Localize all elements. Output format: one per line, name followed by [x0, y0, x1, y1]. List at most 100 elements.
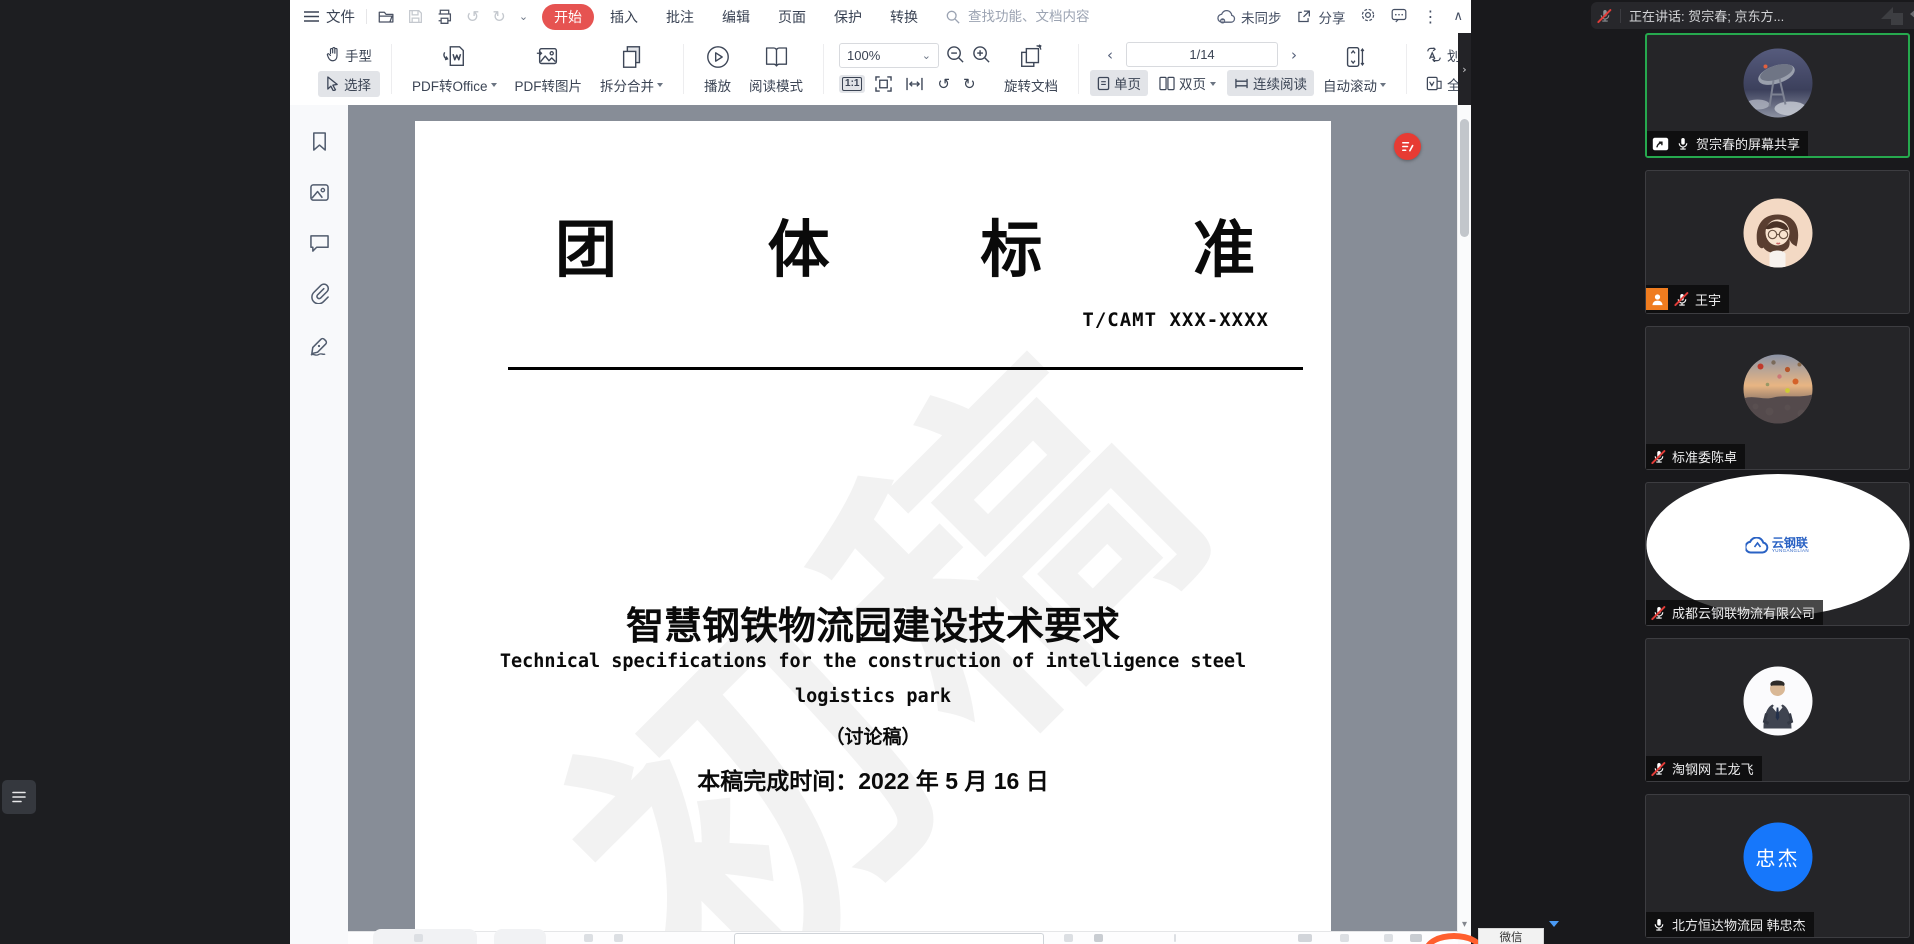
- fit-width-button[interactable]: [902, 75, 927, 93]
- save-icon: [408, 9, 423, 24]
- participant-nameplate: 王宇: [1646, 285, 1729, 313]
- undo-button[interactable]: ↺: [466, 9, 479, 25]
- zoom-in-button[interactable]: [972, 45, 991, 67]
- bottom-icon[interactable]: [584, 934, 593, 942]
- document-scrollbar[interactable]: ▾: [1457, 105, 1471, 944]
- book-icon: [763, 44, 790, 70]
- document-viewport[interactable]: 初稿 团 体 标 准 T/CAMT XXX-XXXX 智慧钢铁物流园建设技术要求…: [348, 105, 1458, 944]
- feedback-button[interactable]: [1391, 8, 1407, 26]
- bottom-icon[interactable]: [1410, 934, 1422, 942]
- participant-tile[interactable]: 淘钢网 王龙飞: [1645, 638, 1910, 782]
- actual-size-button[interactable]: 1:1: [839, 75, 865, 93]
- rotate-left-button[interactable]: ↺: [934, 73, 953, 95]
- participant-tile[interactable]: 忠杰 北方恒达物流园 韩忠杰: [1645, 794, 1910, 938]
- previous-page-button[interactable]: ‹: [1101, 46, 1119, 64]
- tab-protect[interactable]: 保护: [822, 4, 874, 30]
- single-page-button[interactable]: 单页: [1090, 70, 1148, 96]
- more-menu-button[interactable]: ⋮: [1422, 9, 1438, 25]
- pdf-to-image-button[interactable]: PDF转图片: [506, 44, 592, 95]
- bottom-tab[interactable]: [494, 929, 546, 944]
- floating-red-badge-button[interactable]: [1394, 133, 1421, 160]
- hand-tool-button[interactable]: 手型: [318, 42, 380, 68]
- screen-share-icon: [1652, 137, 1669, 151]
- mic-on-icon: [1651, 917, 1666, 933]
- print-button[interactable]: [436, 9, 453, 25]
- mic-on-icon: [1675, 136, 1690, 152]
- mic-muted-icon: [1674, 291, 1689, 307]
- participant-tile[interactable]: 标准委陈卓: [1645, 326, 1910, 470]
- window-arrows: [1879, 2, 1914, 29]
- bottom-icon[interactable]: [1340, 934, 1349, 942]
- zoom-out-button[interactable]: [946, 45, 965, 67]
- share-button[interactable]: [1296, 9, 1311, 24]
- participant-tile[interactable]: 贺宗春的屏幕共享: [1645, 33, 1910, 158]
- tab-page[interactable]: 页面: [766, 4, 818, 30]
- single-page-icon: [1097, 76, 1110, 91]
- play-button[interactable]: 播放: [695, 44, 740, 95]
- tab-insert[interactable]: 插入: [598, 4, 650, 30]
- split-merge-label: 拆分合并: [600, 75, 654, 95]
- sync-status-button[interactable]: 未同步: [1217, 7, 1282, 27]
- document-title-en-line2: logistics park: [415, 686, 1331, 707]
- tab-edit[interactable]: 编辑: [710, 4, 762, 30]
- screen: 文件 ↺: [0, 0, 1914, 944]
- bottom-input[interactable]: [734, 933, 1044, 944]
- outline-list-icon: [10, 788, 28, 806]
- participant-name: 淘钢网 王龙飞: [1672, 759, 1754, 778]
- tab-convert[interactable]: 转换: [878, 4, 930, 30]
- comments-panel-button[interactable]: [309, 233, 330, 257]
- tab-home[interactable]: 开始: [542, 4, 594, 30]
- bottom-tab[interactable]: [373, 929, 477, 944]
- meeting-panel: 正在讲话: 贺宗春; 京东方...: [1471, 0, 1914, 944]
- bottom-icon[interactable]: [614, 934, 623, 942]
- participant-name: 王宇: [1695, 290, 1721, 309]
- share-label[interactable]: 分享: [1318, 7, 1345, 27]
- collapse-toolbar-button[interactable]: ∧: [1453, 9, 1463, 24]
- toolbar-expand-button[interactable]: ›: [1458, 33, 1471, 105]
- header-rule: [508, 367, 1303, 370]
- woman-illustration-avatar: [1743, 199, 1812, 268]
- outline-toggle-button[interactable]: [2, 780, 36, 814]
- bookmarks-panel-button[interactable]: [310, 131, 329, 157]
- auto-scroll-button[interactable]: 自动滚动: [1314, 44, 1395, 95]
- redo-button[interactable]: ↻: [492, 9, 505, 25]
- settings-button[interactable]: [1360, 7, 1376, 26]
- rotate-right-button[interactable]: ↻: [960, 73, 979, 95]
- reading-mode-button[interactable]: 阅读模式: [740, 44, 812, 95]
- fit-page-button[interactable]: [872, 74, 895, 94]
- search-input[interactable]: [966, 8, 1120, 25]
- bottom-icon[interactable]: [1094, 934, 1103, 942]
- continuous-reading-button[interactable]: 连续阅读: [1227, 70, 1314, 96]
- taskbar-caret-icon[interactable]: [1549, 921, 1559, 932]
- select-tool-button[interactable]: 选择: [318, 71, 380, 97]
- pdf-to-office-button[interactable]: PDF转Office: [403, 44, 506, 95]
- quickbar-dropdown-icon[interactable]: ⌄: [519, 11, 528, 22]
- scroll-down-arrow[interactable]: ▾: [1458, 919, 1471, 930]
- split-merge-button[interactable]: 拆分合并: [591, 44, 672, 95]
- open-file-button[interactable]: [378, 9, 395, 24]
- scrollbar-thumb[interactable]: [1460, 119, 1469, 237]
- rotate-document-button[interactable]: 旋转文档: [995, 44, 1067, 95]
- bottom-icon[interactable]: [414, 934, 423, 942]
- bottom-icon[interactable]: [1064, 934, 1073, 942]
- tab-annotate[interactable]: 批注: [654, 4, 706, 30]
- two-page-button[interactable]: 双页: [1152, 70, 1223, 96]
- avatar: [1743, 49, 1812, 118]
- speaking-status-bar[interactable]: 正在讲话: 贺宗春; 京东方...: [1591, 2, 1914, 29]
- bottom-icon[interactable]: [1298, 934, 1312, 942]
- pdf-to-office-icon: [441, 44, 467, 70]
- signature-panel-button[interactable]: [308, 335, 330, 361]
- participant-tile[interactable]: 王宇: [1645, 170, 1910, 314]
- zoom-level-select[interactable]: 100% ⌄: [839, 43, 939, 68]
- next-page-button[interactable]: ›: [1285, 46, 1303, 64]
- menu-bar: 文件 ↺: [290, 0, 1471, 33]
- search-box[interactable]: [946, 8, 1120, 25]
- file-menu-button[interactable]: 文件: [304, 6, 355, 27]
- bottom-icon[interactable]: [1384, 934, 1393, 942]
- images-panel-button[interactable]: [309, 183, 330, 207]
- page-number-input[interactable]: 1/14: [1126, 42, 1278, 67]
- participant-tile[interactable]: 云钢联 YUNGANGLIAN 成都云钢联物流有限公司: [1645, 482, 1910, 626]
- attachments-panel-button[interactable]: [309, 283, 330, 309]
- save-button[interactable]: [408, 9, 423, 24]
- gear-icon: [1360, 7, 1376, 23]
